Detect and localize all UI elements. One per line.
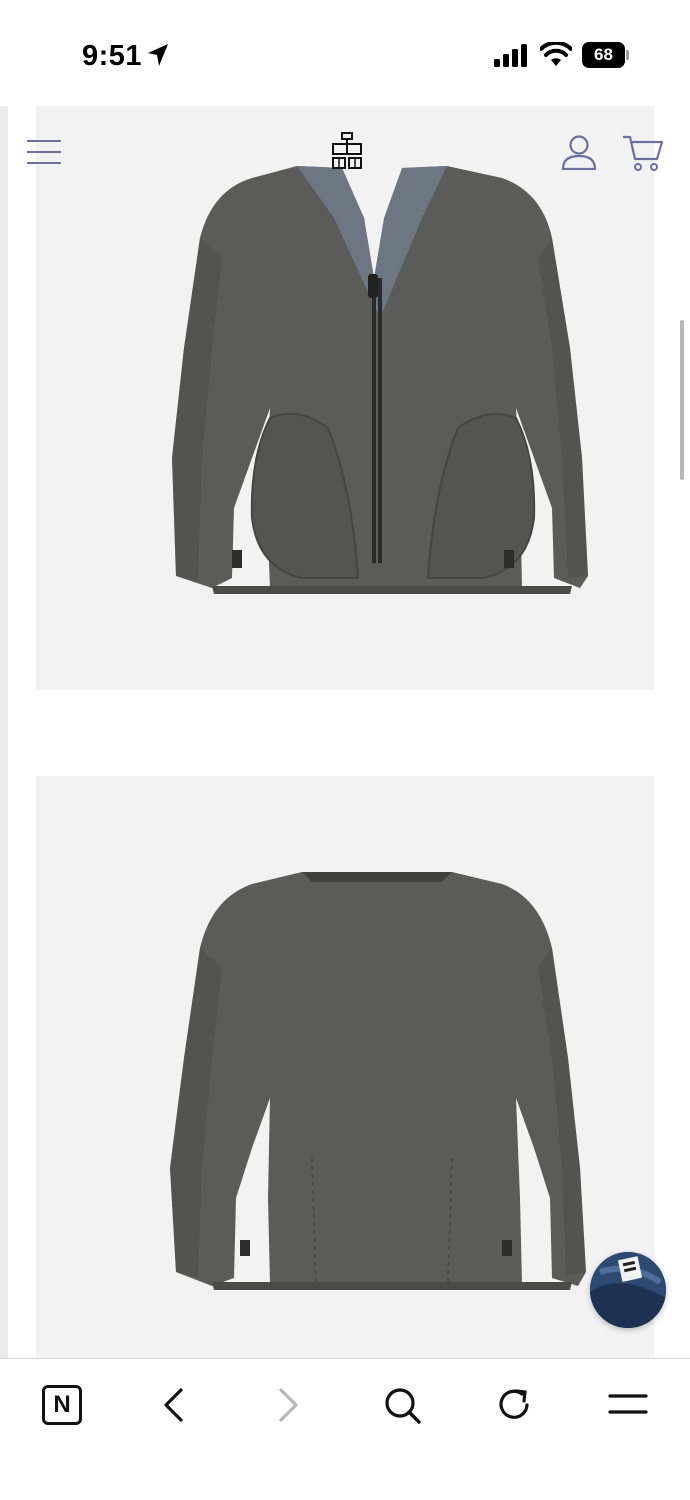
search-button[interactable] <box>380 1383 424 1427</box>
hamburger-menu-icon[interactable] <box>26 138 62 166</box>
battery-tip <box>626 50 629 60</box>
status-bar: 9:51 68 <box>0 0 690 106</box>
menu-icon <box>608 1394 648 1414</box>
cart-icon[interactable] <box>622 134 664 172</box>
forward-button[interactable] <box>266 1383 310 1427</box>
chat-avatar-image <box>590 1252 666 1328</box>
battery-icon: 68 <box>582 42 630 68</box>
menu-button[interactable] <box>606 1383 650 1427</box>
cellular-signal-icon <box>494 44 527 67</box>
status-time: 9:51 <box>82 40 143 72</box>
reload-button[interactable] <box>492 1383 536 1427</box>
product-image-back[interactable] <box>36 776 654 1358</box>
wifi-icon <box>540 42 572 66</box>
account-icon[interactable] <box>561 134 597 170</box>
page-edge <box>0 106 8 1358</box>
reload-icon <box>499 1389 529 1419</box>
n-tab-icon[interactable]: N <box>40 1383 84 1427</box>
forward-icon <box>279 1388 298 1422</box>
jacket-back-image <box>170 872 586 1290</box>
browser-toolbar: N <box>0 1358 690 1500</box>
jacket-front-image <box>172 166 588 594</box>
chat-bubble-icon[interactable] <box>590 1252 666 1328</box>
page-scrollbar[interactable] <box>680 320 684 480</box>
location-arrow-icon <box>148 44 168 66</box>
back-button[interactable] <box>152 1383 196 1427</box>
search-icon <box>385 1388 421 1424</box>
back-icon <box>164 1388 183 1422</box>
brand-logo[interactable] <box>330 132 364 170</box>
n-tab-label: N <box>42 1385 82 1425</box>
site-header <box>0 106 690 196</box>
battery-level: 68 <box>582 42 625 68</box>
product-page <box>0 106 690 1358</box>
